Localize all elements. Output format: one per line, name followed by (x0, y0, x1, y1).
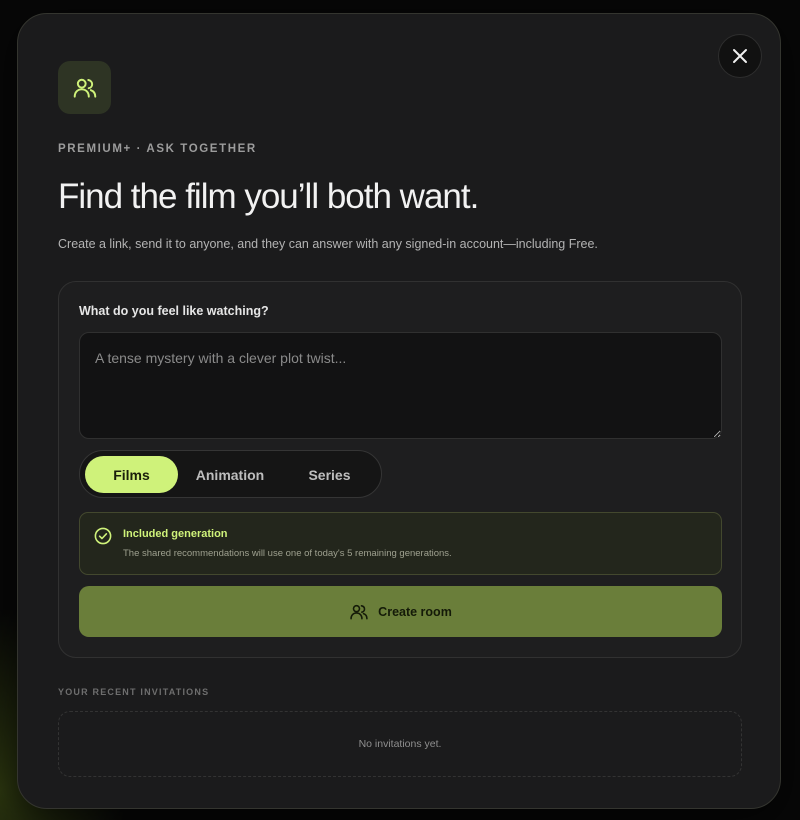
close-button[interactable] (718, 34, 762, 78)
hero-icon-tile (58, 61, 111, 114)
create-room-button[interactable]: Create room (79, 586, 722, 637)
modal-subtitle: Create a link, send it to anyone, and th… (58, 237, 598, 251)
media-type-animation[interactable]: Animation (180, 456, 280, 493)
users-icon (73, 78, 96, 98)
notice-title: Included generation (123, 528, 228, 540)
notice-text: The shared recommendations will use one … (123, 548, 452, 559)
prompt-input[interactable] (79, 332, 722, 439)
invitations-empty-state: No invitations yet. (58, 711, 742, 777)
media-type-selector: Films Animation Series (79, 450, 382, 498)
users-icon (350, 604, 368, 619)
create-room-label: Create room (378, 604, 452, 619)
prompt-label: What do you feel like watching? (79, 304, 269, 318)
close-icon (733, 49, 747, 63)
request-form-card: What do you feel like watching? Films An… (58, 281, 742, 658)
check-circle-icon (94, 527, 112, 545)
modal-title: Find the film you’ll both want. (58, 177, 479, 216)
recent-invitations-heading: YOUR RECENT INVITATIONS (58, 687, 210, 697)
eyebrow-label: PREMIUM+ · ASK TOGETHER (58, 143, 257, 155)
media-type-films[interactable]: Films (85, 456, 178, 493)
empty-state-text: No invitations yet. (358, 738, 442, 750)
ask-together-modal: PREMIUM+ · ASK TOGETHER Find the film yo… (17, 13, 781, 809)
included-generation-notice: Included generation The shared recommend… (79, 512, 722, 575)
media-type-series[interactable]: Series (282, 456, 377, 493)
